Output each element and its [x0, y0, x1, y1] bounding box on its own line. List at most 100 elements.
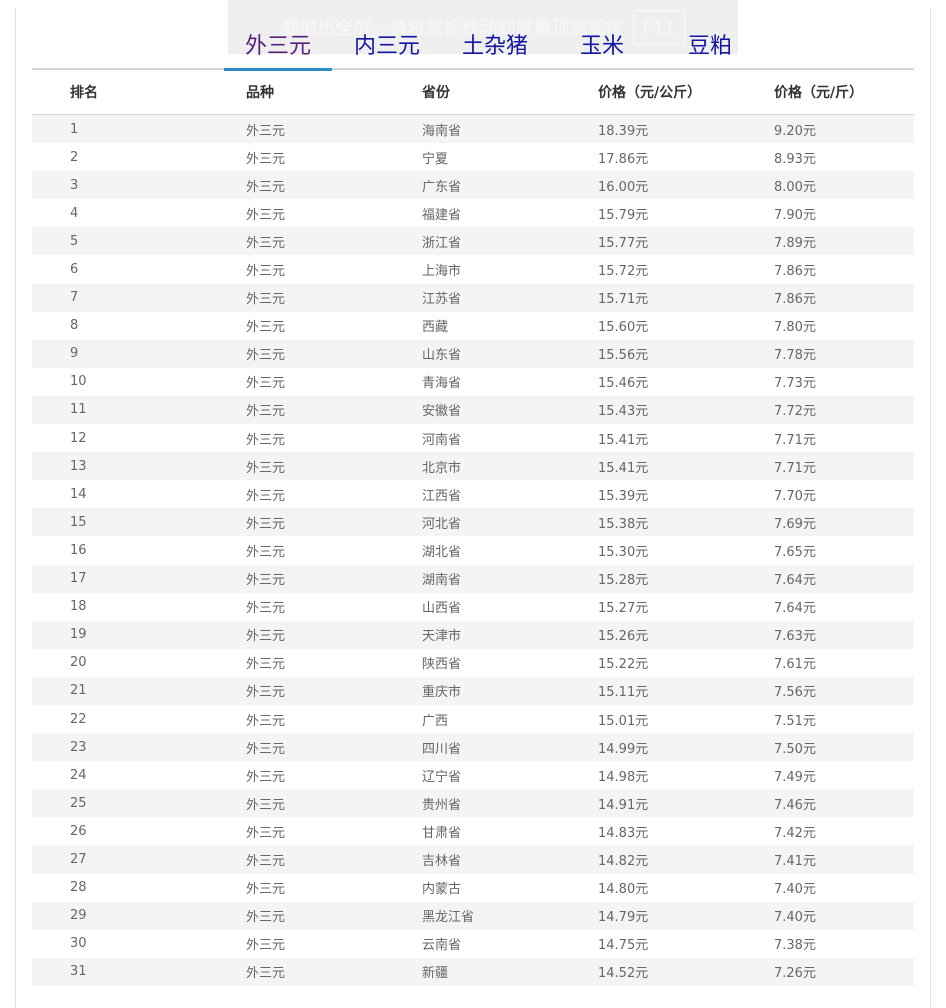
cell-price-kg: 14.79元: [598, 910, 649, 926]
cell-breed: 外三元: [246, 910, 286, 926]
cell-province: 云南省: [422, 938, 462, 954]
cell-breed: 外三元: [246, 853, 286, 869]
tab-corn[interactable]: 玉米: [576, 30, 628, 68]
cell-province: 新疆: [422, 966, 449, 982]
table-row: 28 外三元 内蒙古 14.80元 7.40元: [32, 874, 914, 902]
cell-price-jin: 8.93元: [774, 151, 816, 167]
cell-rank: 31: [70, 964, 87, 980]
cell-price-kg: 15.41元: [598, 460, 649, 476]
cell-province: 江西省: [422, 488, 462, 504]
cell-price-jin: 7.70元: [774, 488, 816, 504]
cell-price-jin: 7.78元: [774, 348, 816, 364]
cell-price-jin: 7.61元: [774, 657, 816, 673]
cell-price-kg: 15.71元: [598, 292, 649, 308]
cell-price-jin: 7.64元: [774, 573, 816, 589]
table-row: 21 外三元 重庆市 15.11元 7.56元: [32, 676, 914, 705]
tab-soybean-meal[interactable]: 豆粕: [684, 30, 736, 68]
cell-price-jin: 7.72元: [774, 404, 816, 420]
cell-province: 山西省: [422, 601, 462, 617]
cell-province: 吉林省: [422, 853, 462, 869]
cell-price-kg: 15.72元: [598, 264, 649, 280]
header-price-kg: 价格（元/公斤）: [598, 85, 702, 101]
cell-price-kg: 15.60元: [598, 320, 649, 336]
cell-rank: 28: [70, 880, 87, 896]
cell-rank: 25: [70, 795, 87, 811]
cell-price-kg: 14.99元: [598, 741, 649, 757]
cell-rank: 8: [70, 318, 79, 334]
cell-price-kg: 15.30元: [598, 544, 649, 560]
cell-price-kg: 15.22元: [598, 657, 649, 673]
cell-breed: 外三元: [246, 601, 286, 617]
cell-breed: 外三元: [246, 713, 286, 729]
cell-breed: 外三元: [246, 320, 286, 336]
cell-price-kg: 15.43元: [598, 404, 649, 420]
cell-province: 宁夏: [422, 151, 449, 167]
cell-rank: 1: [70, 121, 79, 137]
table-row: 15 外三元 河北省 15.38元 7.69元: [32, 508, 914, 537]
cell-province: 四川省: [422, 741, 462, 757]
cell-price-jin: 7.73元: [774, 376, 816, 392]
table-row: 27 外三元 吉林省 14.82元 7.41元: [32, 845, 914, 874]
cell-province: 上海市: [422, 264, 462, 280]
cell-province: 福建省: [422, 207, 462, 223]
cell-price-kg: 14.98元: [598, 769, 649, 785]
table-row: 1 外三元 海南省 18.39元 9.20元: [32, 115, 914, 144]
cell-province: 黑龙江省: [422, 910, 475, 926]
cell-rank: 11: [70, 402, 87, 418]
cell-rank: 14: [70, 486, 87, 502]
cell-province: 江苏省: [422, 292, 462, 308]
cell-breed: 外三元: [246, 516, 286, 532]
cell-province: 重庆市: [422, 685, 462, 701]
cell-breed: 外三元: [246, 769, 286, 785]
tab-nei-san-yuan[interactable]: 内三元: [350, 30, 424, 68]
cell-province: 天津市: [422, 629, 462, 645]
cell-breed: 外三元: [246, 882, 286, 898]
cell-price-kg: 14.75元: [598, 938, 649, 954]
table-row: 18 外三元 山西省 15.27元 7.64元: [32, 593, 914, 621]
cell-rank: 30: [70, 936, 87, 952]
cell-province: 湖北省: [422, 544, 462, 560]
cell-price-jin: 7.63元: [774, 629, 816, 645]
cell-price-jin: 7.46元: [774, 797, 816, 813]
cell-province: 青海省: [422, 376, 462, 392]
tab-wai-san-yuan[interactable]: 外三元: [224, 30, 332, 71]
cell-price-kg: 14.83元: [598, 825, 649, 841]
cell-breed: 外三元: [246, 825, 286, 841]
header-rank: 排名: [70, 85, 98, 101]
cell-province: 河南省: [422, 432, 462, 448]
cell-price-jin: 7.41元: [774, 853, 816, 869]
cell-province: 陕西省: [422, 657, 462, 673]
cell-price-jin: 7.40元: [774, 882, 816, 898]
cell-breed: 外三元: [246, 348, 286, 364]
cell-province: 辽宁省: [422, 769, 462, 785]
cell-price-jin: 7.64元: [774, 601, 816, 617]
cell-price-jin: 7.80元: [774, 320, 816, 336]
cell-price-jin: 7.49元: [774, 769, 816, 785]
cell-price-jin: 7.42元: [774, 825, 816, 841]
cell-rank: 12: [70, 430, 87, 446]
cell-price-kg: 15.27元: [598, 601, 649, 617]
cell-province: 河北省: [422, 516, 462, 532]
cell-breed: 外三元: [246, 264, 286, 280]
cell-price-kg: 15.46元: [598, 376, 649, 392]
cell-breed: 外三元: [246, 657, 286, 673]
header-breed: 品种: [246, 85, 274, 101]
cell-price-kg: 15.26元: [598, 629, 649, 645]
cell-price-jin: 7.90元: [774, 207, 816, 223]
table-row: 7 外三元 江苏省 15.71元 7.86元: [32, 283, 914, 312]
cell-breed: 外三元: [246, 797, 286, 813]
cell-price-jin: 9.20元: [774, 123, 816, 139]
table-row: 29 外三元 黑龙江省 14.79元 7.40元: [32, 901, 914, 930]
cell-breed: 外三元: [246, 460, 286, 476]
cell-price-kg: 14.82元: [598, 853, 649, 869]
table-row: 3 外三元 广东省 16.00元 8.00元: [32, 171, 914, 200]
cell-breed: 外三元: [246, 207, 286, 223]
cell-province: 广西: [422, 713, 449, 729]
cell-price-kg: 15.77元: [598, 235, 649, 251]
table-row: 14 外三元 江西省 15.39元 7.70元: [32, 480, 914, 508]
cell-price-jin: 8.00元: [774, 179, 816, 195]
tab-tu-za-zhu[interactable]: 土杂猪: [458, 30, 532, 68]
cell-price-jin: 7.86元: [774, 264, 816, 280]
table-row: 8 外三元 西藏 15.60元 7.80元: [32, 312, 914, 340]
category-tabs: 外三元 内三元 土杂猪 玉米 豆粕: [32, 28, 914, 71]
